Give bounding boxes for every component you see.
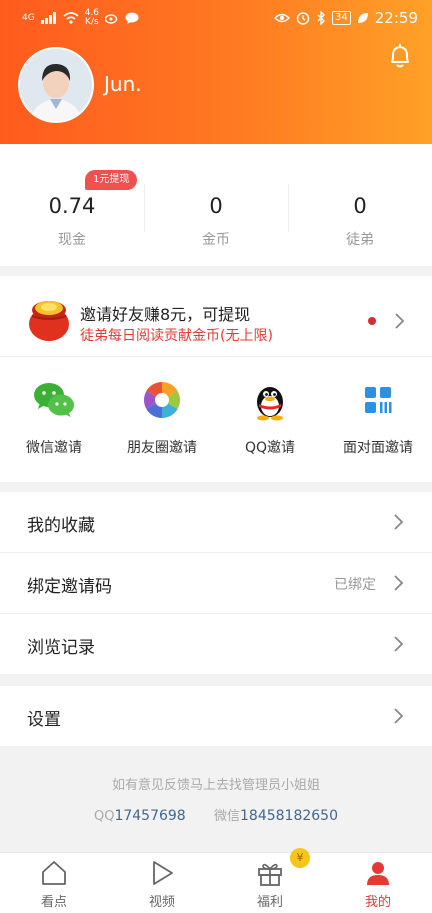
home-icon bbox=[42, 861, 66, 885]
wechat-icon bbox=[34, 383, 74, 417]
feedback-contacts: QQ17457698 微信18458182650 bbox=[0, 805, 432, 824]
feedback-text: 如有意见反馈马上去找管理员小姐姐 bbox=[111, 778, 320, 793]
chevron-right-icon bbox=[394, 514, 404, 530]
chevron-right-icon bbox=[394, 708, 404, 724]
message-icon bbox=[125, 12, 139, 24]
status-bar: 4G 4.6 K/s 34 22:59 bbox=[0, 0, 432, 36]
bottom-tab-bar: 看点 视频 福利 我的 bbox=[0, 852, 432, 913]
stat-value: 0.74 bbox=[48, 194, 96, 218]
bell-icon[interactable] bbox=[388, 43, 412, 69]
share-label: QQ邀请 bbox=[244, 440, 296, 456]
wifi-icon bbox=[63, 12, 79, 24]
stat-label: 徒弟 bbox=[346, 232, 374, 248]
chevron-right-icon bbox=[394, 636, 404, 652]
bluetooth-icon bbox=[317, 11, 326, 25]
wechat-number[interactable]: 18458182650 bbox=[240, 808, 338, 824]
share-qq[interactable]: QQ邀请 bbox=[216, 358, 324, 476]
menu-item-history[interactable]: 浏览记录 bbox=[0, 614, 432, 674]
feedback-section: 如有意见反馈马上去找管理员小姐姐 QQ17457698 微信1845818265… bbox=[0, 746, 432, 852]
invite-subtitle: 徒弟每日阅读贡献金币(无上限) bbox=[80, 328, 273, 344]
settings-section: 设置 bbox=[0, 686, 432, 746]
tab-label: 视频 bbox=[148, 895, 175, 910]
share-face-to-face[interactable]: 面对面邀请 bbox=[324, 358, 432, 476]
menu-item-label: 设置 bbox=[27, 710, 61, 730]
net-speed: 4.6 K/s bbox=[85, 9, 99, 27]
stat-label: 金币 bbox=[202, 232, 230, 248]
stat-label: 现金 bbox=[58, 232, 86, 248]
avatar[interactable] bbox=[18, 47, 94, 123]
coin-badge-icon: ¥ bbox=[290, 848, 310, 868]
qq-icon bbox=[257, 387, 283, 421]
menu-item-label: 我的收藏 bbox=[27, 516, 95, 536]
invite-title: 邀请好友赚8元，可提现 bbox=[80, 305, 251, 324]
leaf-icon bbox=[357, 13, 368, 23]
coin-bag-icon bbox=[29, 301, 69, 341]
stat-coins[interactable]: 0 金币 bbox=[144, 144, 288, 266]
qq-number[interactable]: 17457698 bbox=[114, 808, 185, 824]
menu-list: 我的收藏 绑定邀请码 已绑定 浏览记录 bbox=[0, 492, 432, 674]
play-icon bbox=[153, 861, 173, 885]
notification-dot bbox=[368, 317, 376, 325]
menu-item-favorites[interactable]: 我的收藏 bbox=[0, 492, 432, 553]
share-label: 朋友圈邀请 bbox=[127, 440, 197, 456]
tab-label: 看点 bbox=[40, 895, 67, 910]
invite-panel: 邀请好友赚8元，可提现 徒弟每日阅读贡献金币(无上限) 微信邀请 朋友圈邀请 Q… bbox=[0, 276, 432, 482]
withdraw-badge[interactable]: 1元提现 bbox=[85, 170, 138, 190]
alarm-icon bbox=[296, 12, 310, 25]
tab-label: 我的 bbox=[364, 895, 391, 910]
share-wechat[interactable]: 微信邀请 bbox=[0, 358, 108, 476]
menu-item-label: 绑定邀请码 bbox=[27, 577, 112, 597]
battery-indicator: 34 bbox=[332, 11, 351, 25]
share-moments[interactable]: 朋友圈邀请 bbox=[108, 358, 216, 476]
chevron-right-icon bbox=[395, 313, 405, 329]
stat-apprentices[interactable]: 0 徒弟 bbox=[288, 144, 432, 266]
menu-item-status: 已绑定 bbox=[334, 577, 376, 593]
clock: 22:59 bbox=[374, 9, 418, 27]
weibo-icon bbox=[105, 14, 118, 24]
stat-cash[interactable]: 0.74 现金 bbox=[0, 144, 144, 266]
profile-header: 4G 4.6 K/s 34 22:59 Jun. bbox=[0, 0, 432, 144]
stats-panel: 0.74 现金 1元提现 0 金币 0 徒弟 bbox=[0, 144, 432, 266]
menu-item-bind-invite-code[interactable]: 绑定邀请码 已绑定 bbox=[0, 553, 432, 614]
wechat-label: 微信 bbox=[214, 809, 241, 824]
username[interactable]: Jun. bbox=[104, 72, 142, 96]
menu-item-label: 浏览记录 bbox=[27, 638, 95, 658]
invite-banner[interactable]: 邀请好友赚8元，可提现 徒弟每日阅读贡献金币(无上限) bbox=[0, 276, 432, 357]
tab-video[interactable]: 视频 bbox=[108, 853, 216, 913]
gift-icon bbox=[258, 863, 282, 886]
stat-value: 0 bbox=[353, 194, 367, 218]
qq-label: QQ bbox=[93, 809, 115, 824]
share-options: 微信邀请 朋友圈邀请 QQ邀请 面对面邀请 bbox=[0, 358, 432, 476]
user-icon bbox=[367, 862, 389, 885]
eye-icon bbox=[274, 13, 291, 23]
moments-icon bbox=[143, 382, 181, 418]
stat-value: 0 bbox=[209, 194, 223, 218]
menu-item-settings[interactable]: 设置 bbox=[0, 686, 432, 746]
tab-mine[interactable]: 我的 bbox=[324, 853, 432, 913]
tab-label: 福利 bbox=[256, 895, 283, 910]
chevron-right-icon bbox=[394, 575, 404, 591]
share-label: 面对面邀请 bbox=[343, 440, 413, 456]
avatar-image bbox=[20, 49, 92, 121]
share-label: 微信邀请 bbox=[26, 440, 82, 456]
signal-icon bbox=[40, 12, 56, 24]
qrcode-icon bbox=[365, 387, 392, 413]
signal-label: 4G bbox=[22, 13, 35, 23]
net-speed-unit: K/s bbox=[85, 17, 99, 27]
tab-home[interactable]: 看点 bbox=[0, 853, 108, 913]
